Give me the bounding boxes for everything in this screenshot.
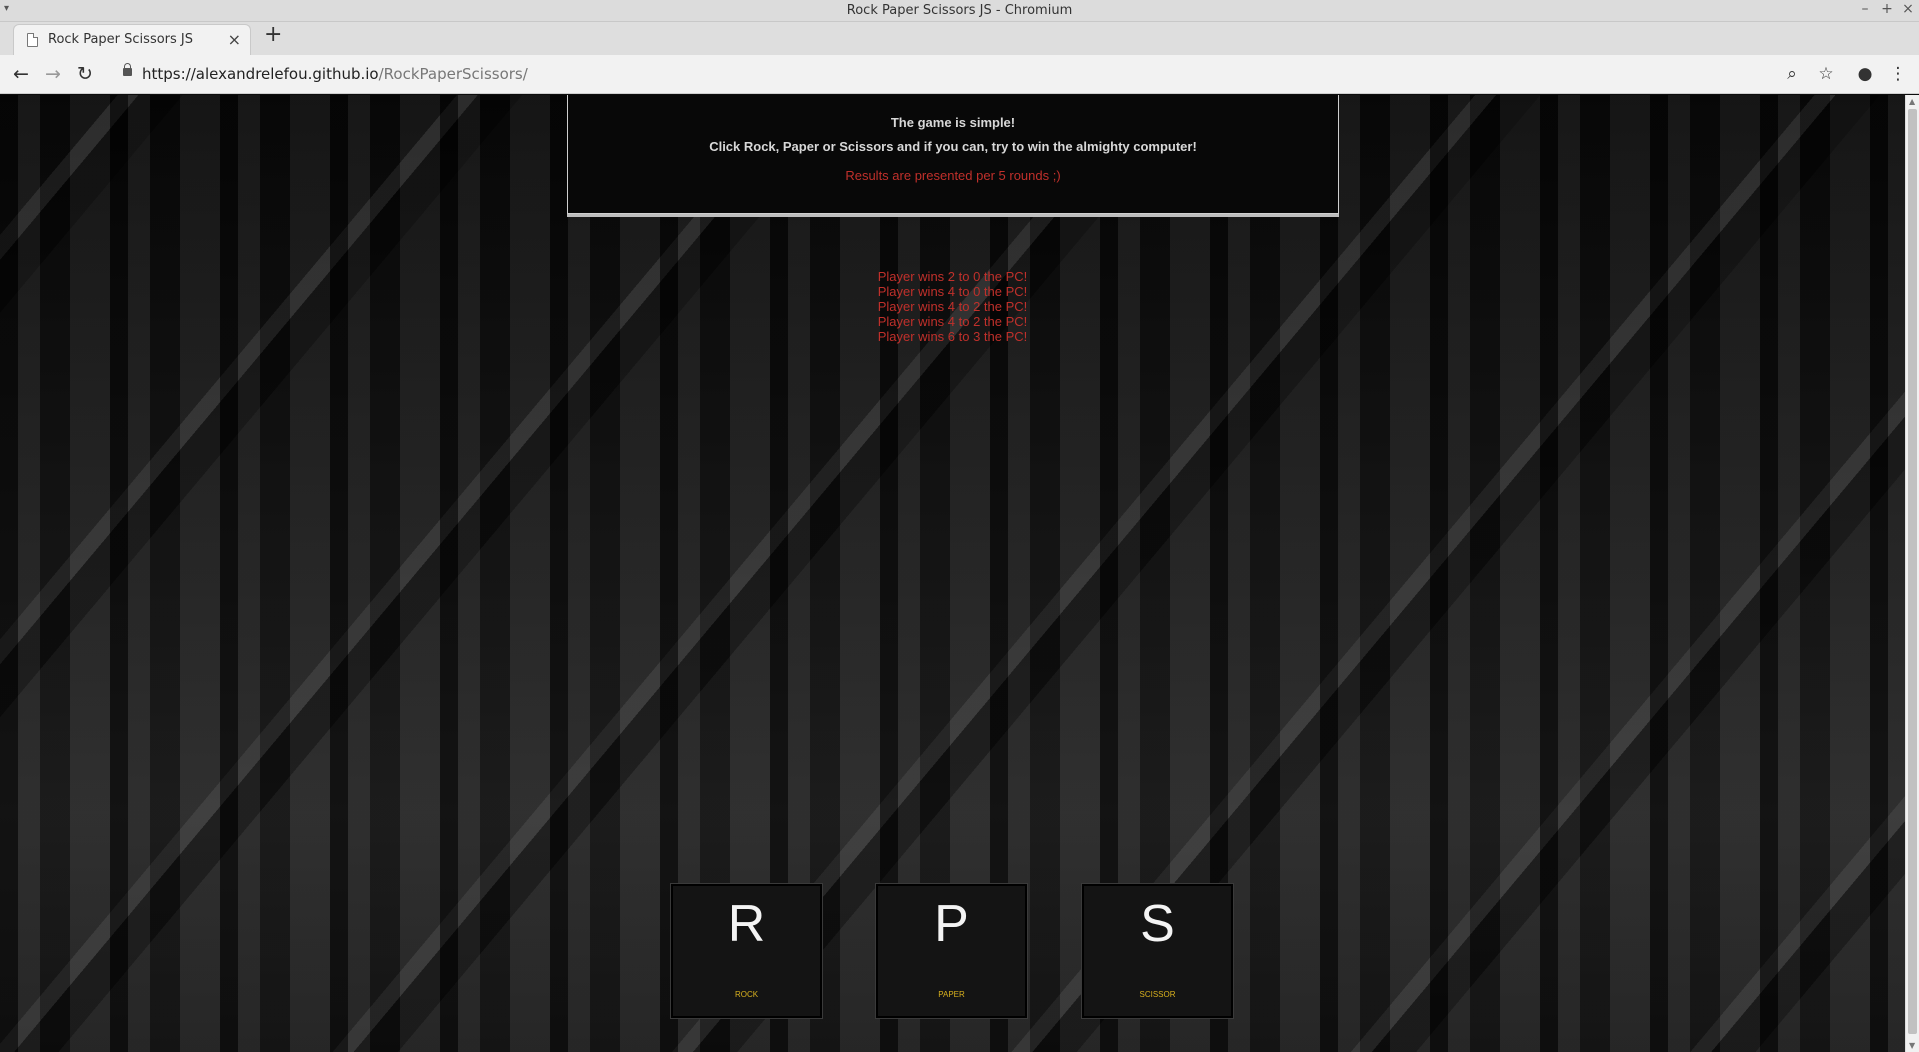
result-line: Player wins 4 to 2 the PC! — [877, 299, 1028, 314]
scrollbar-thumb[interactable] — [1908, 109, 1917, 1034]
profile-icon[interactable]: ● — [1854, 64, 1876, 84]
forward-arrow-icon[interactable]: → — [41, 62, 65, 86]
tab-title: Rock Paper Scissors JS — [48, 32, 194, 47]
reload-icon[interactable]: ↻ — [73, 62, 97, 86]
window-titlebar: ▾ Rock Paper Scissors JS - Chromium – + … — [0, 0, 1919, 22]
result-line: Player wins 4 to 0 the PC! — [877, 284, 1028, 299]
paper-button[interactable]: P PAPER — [876, 884, 1027, 1018]
new-tab-icon[interactable]: + — [264, 24, 282, 46]
url-host: https://alexandrelefou.github.io — [142, 65, 379, 83]
bookmark-star-icon[interactable]: ☆ — [1815, 64, 1837, 84]
paper-letter: P — [934, 895, 969, 953]
back-arrow-icon[interactable]: ← — [9, 62, 33, 86]
paper-label: PAPER — [938, 990, 965, 999]
browser-toolbar: ← → ↻ https://alexandrelefou.github.io/R… — [0, 55, 1919, 94]
window-title: Rock Paper Scissors JS - Chromium — [846, 3, 1073, 18]
scissor-button[interactable]: S SCISSOR — [1082, 884, 1233, 1018]
rock-label: ROCK — [734, 990, 759, 999]
vertical-scrollbar[interactable]: ▲ ▼ — [1905, 95, 1919, 1052]
results-list: Player wins 2 to 0 the PC! Player wins 4… — [700, 269, 1205, 344]
tab-close-icon[interactable]: × — [228, 30, 241, 49]
maximize-icon[interactable]: + — [1878, 1, 1896, 17]
minimize-icon[interactable]: – — [1856, 1, 1874, 17]
rock-letter: R — [727, 895, 766, 953]
scissor-letter: S — [1140, 895, 1175, 953]
tab-rock-paper-scissors[interactable]: Rock Paper Scissors JS × — [13, 24, 251, 55]
page-viewport: The game is simple! Click Rock, Paper or… — [0, 95, 1905, 1052]
url-path: /RockPaperScissors/ — [378, 65, 528, 83]
tab-strip: Rock Paper Scissors JS × — [0, 22, 1919, 55]
instructions-text: Click Rock, Paper or Scissors and if you… — [709, 139, 1197, 154]
scissor-label: SCISSOR — [1139, 990, 1176, 999]
instructions-box: The game is simple! Click Rock, Paper or… — [567, 95, 1339, 214]
url-text[interactable]: https://alexandrelefou.github.io/RockPap… — [142, 65, 528, 83]
rock-button[interactable]: R ROCK — [671, 884, 822, 1018]
result-line: Player wins 2 to 0 the PC! — [877, 269, 1028, 284]
close-window-icon[interactable]: × — [1899, 1, 1917, 17]
page-favicon-icon — [27, 33, 38, 47]
address-bar[interactable]: https://alexandrelefou.github.io/RockPap… — [111, 60, 1779, 89]
scroll-down-icon[interactable]: ▼ — [1909, 1041, 1915, 1050]
result-line: Player wins 6 to 3 the PC! — [877, 329, 1028, 344]
zoom-icon[interactable]: ⌕ — [1781, 64, 1803, 84]
menu-kebab-icon[interactable]: ⋮ — [1887, 64, 1909, 84]
instructions-heading: The game is simple! — [890, 115, 1016, 130]
results-note: Results are presented per 5 rounds ;) — [845, 168, 1061, 183]
result-line: Player wins 4 to 2 the PC! — [877, 314, 1028, 329]
lock-icon[interactable] — [123, 63, 132, 76]
scroll-up-icon[interactable]: ▲ — [1909, 97, 1915, 106]
